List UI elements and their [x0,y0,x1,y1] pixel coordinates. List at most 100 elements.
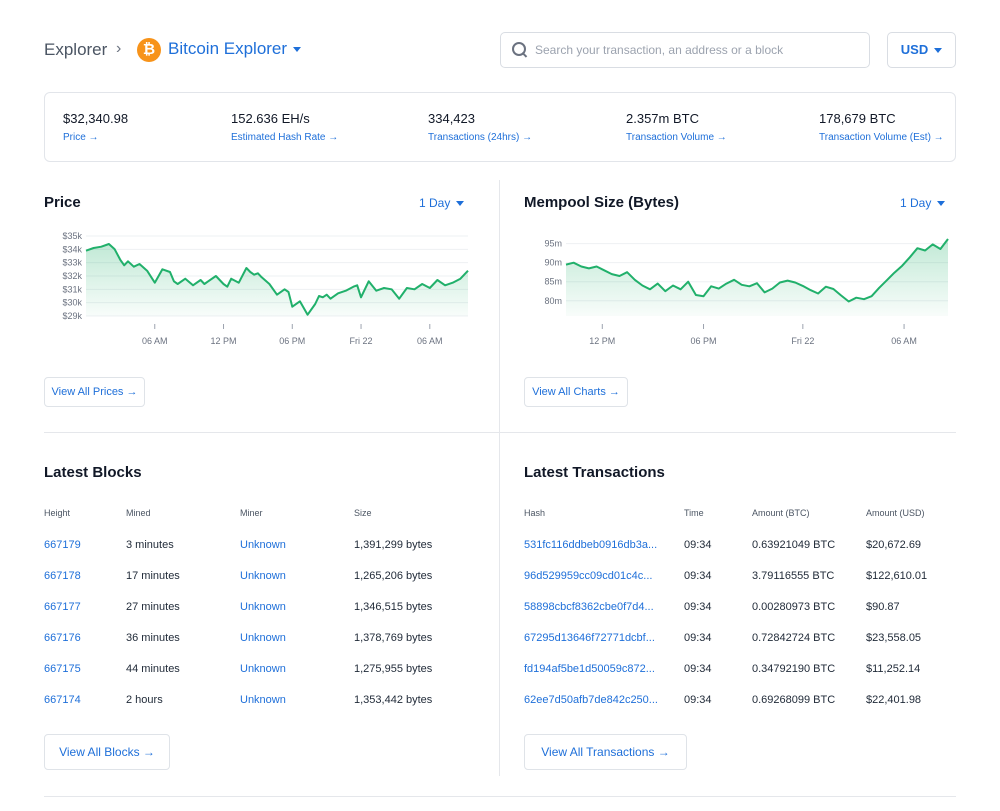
tx-time: 09:34 [684,663,712,675]
y-tick-label: 95m [544,239,562,249]
mempool-chart: 95m 90m 85m 80m 12 PM 06 PM Fri 22 06 AM [544,238,949,346]
y-tick-label: $35k [62,231,82,241]
block-height-link[interactable]: 667175 [44,663,81,675]
stat-volume: 2.357m BTC Transaction Volume → [626,111,727,143]
horizontal-divider [44,432,956,433]
y-tick-label: 80m [544,296,562,306]
tx-amount-usd: $20,672.69 [866,539,922,551]
column-header: Size [354,508,372,518]
view-all-charts-button[interactable]: View All Charts → [524,377,628,407]
column-header: Hash [524,508,546,518]
tx-hash-link[interactable]: 62ee7d50afb7de842c250... [524,694,658,706]
block-mined: 3 minutes [126,539,174,551]
block-height-link[interactable]: 667176 [44,632,81,644]
breadcrumb-separator-icon: › [116,40,122,57]
block-size: 1,378,769 bytes [354,632,433,644]
network-dropdown[interactable]: Bitcoin Explorer [168,39,302,59]
stat-link-volume-est[interactable]: Transaction Volume (Est) → [819,132,944,143]
block-height-link[interactable]: 667174 [44,694,81,706]
tx-amount-btc: 3.79116555 BTC [752,570,835,582]
stat-link-price[interactable]: Price → [63,132,128,143]
block-height-link[interactable]: 667178 [44,570,81,582]
search-box[interactable] [500,32,870,68]
mempool-range-dropdown[interactable]: 1 Day [900,196,946,210]
tx-time: 09:34 [684,601,712,613]
currency-dropdown[interactable]: USD [887,32,956,68]
block-miner-link[interactable]: Unknown [240,539,286,551]
block-miner-link[interactable]: Unknown [240,663,286,675]
column-header: Mined [126,508,151,518]
caret-down-icon [937,201,946,207]
block-mined: 44 minutes [126,663,180,675]
column-header: Height [44,508,71,518]
latest-transactions-title: Latest Transactions [524,464,665,481]
tx-amount-btc: 0.34792190 BTC [752,663,836,675]
tx-hash-link[interactable]: 67295d13646f72771dcbf... [524,632,655,644]
view-all-prices-button[interactable]: View All Prices → [44,377,145,407]
y-tick-label: $33k [62,258,82,268]
tx-amount-usd: $23,558.05 [866,632,922,644]
tx-hash-link[interactable]: 96d529959cc09cd01c4c... [524,570,652,582]
stat-hash-rate: 152.636 EH/s Estimated Hash Rate → [231,111,338,143]
view-all-blocks-button[interactable]: View All Blocks → [44,734,170,770]
price-range-label: 1 Day [419,196,451,210]
vertical-divider [499,180,500,776]
transactions-table: Hash Time Amount (BTC) Amount (USD) 531f… [524,508,956,708]
x-tick-label: 06 AM [891,336,917,346]
block-miner-link[interactable]: Unknown [240,570,286,582]
price-range-dropdown[interactable]: 1 Day [419,196,465,210]
mempool-title: Mempool Size (Bytes) [524,194,680,211]
stat-link-hash-rate[interactable]: Estimated Hash Rate → [231,132,338,143]
tx-time: 09:34 [684,694,712,706]
block-size: 1,346,515 bytes [354,601,433,613]
x-tick-label: 06 AM [417,336,443,346]
y-tick-label: $31k [62,284,82,294]
breadcrumb-explorer[interactable]: Explorer [44,40,107,60]
tx-hash-link[interactable]: fd194af5be1d50059c872... [524,663,655,675]
tx-time: 09:34 [684,632,712,644]
block-miner-link[interactable]: Unknown [240,694,286,706]
x-tick-label: 06 PM [691,336,717,346]
tx-time: 09:34 [684,539,712,551]
block-size: 1,275,955 bytes [354,663,433,675]
column-header: Amount (USD) [866,508,925,518]
bottom-divider [44,796,956,797]
y-tick-label: $32k [62,271,82,281]
top-header: Explorer › ₿ Bitcoin Explorer USD [44,32,956,68]
column-header: Time [684,508,704,518]
stat-price: $32,340.98 Price → [63,111,128,143]
tx-amount-btc: 0.63921049 BTC [752,539,836,551]
block-miner-link[interactable]: Unknown [240,601,286,613]
y-tick-label: 85m [544,277,562,287]
block-mined: 2 hours [126,694,163,706]
block-miner-link[interactable]: Unknown [240,632,286,644]
y-tick-label: $30k [62,298,82,308]
x-tick-label: 06 PM [279,336,305,346]
stat-link-transactions[interactable]: Transactions (24hrs) → [428,132,532,143]
search-input[interactable] [535,34,855,66]
column-header: Miner [240,508,263,518]
x-tick-label: 12 PM [589,336,615,346]
currency-label: USD [900,42,929,57]
tx-hash-link[interactable]: 58898cbcf8362cbe0f7d4... [524,601,654,613]
y-tick-label: $34k [62,244,82,254]
view-all-transactions-button[interactable]: View All Transactions → [524,734,687,770]
stat-link-volume[interactable]: Transaction Volume → [626,132,727,143]
stat-value: $32,340.98 [63,111,129,126]
search-icon [512,42,529,59]
tx-amount-btc: 0.69268099 BTC [752,694,836,706]
block-height-link[interactable]: 667177 [44,601,81,613]
stat-transactions: 334,423 Transactions (24hrs) → [428,111,532,143]
blocks-table: Height Mined Miner Size 667179 3 minutes U… [44,508,484,708]
stat-volume-est: 178,679 BTC Transaction Volume (Est) → [819,111,944,143]
block-size: 1,391,299 bytes [354,539,433,551]
tx-amount-usd: $122,610.01 [866,570,928,582]
tx-hash-link[interactable]: 531fc116ddbeb0916db3a... [524,539,657,551]
stat-value: 152.636 EH/s [231,111,310,126]
stat-value: 178,679 BTC [819,111,896,126]
block-height-link[interactable]: 667179 [44,539,81,551]
bitcoin-logo-icon: ₿ [137,38,161,62]
block-size: 1,353,442 bytes [354,694,433,706]
block-mined: 17 minutes [126,570,180,582]
latest-blocks-title: Latest Blocks [44,464,142,481]
